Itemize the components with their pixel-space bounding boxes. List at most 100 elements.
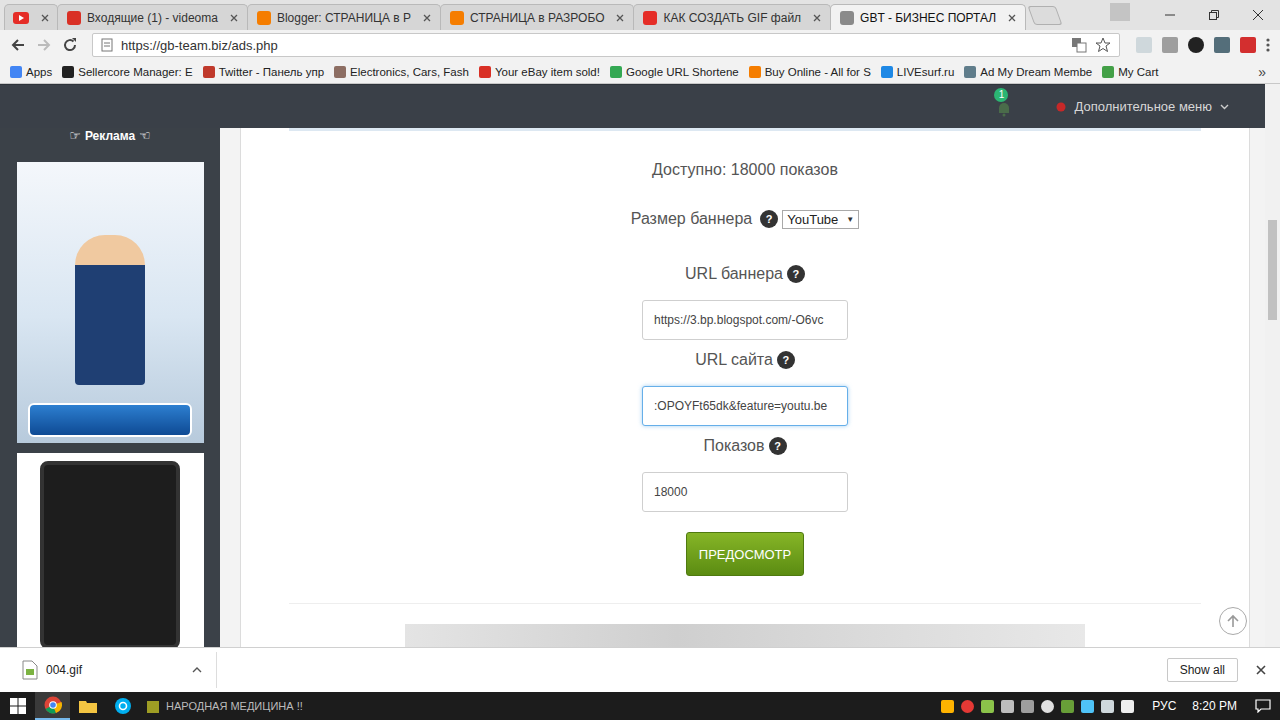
bookmark[interactable]: LIVEsurf.ru	[877, 66, 959, 78]
browser-tab[interactable]: GBT - БИЗНЕС ПОРТАЛ	[830, 4, 1026, 30]
help-icon[interactable]: ?	[777, 351, 795, 369]
bookmark[interactable]: Twitter - Панель упр	[199, 66, 328, 78]
back-arrow-icon[interactable]	[10, 37, 26, 53]
app-label: НАРОДНАЯ МЕДИЦИНА !!	[166, 700, 303, 712]
more-bookmarks-button[interactable]: »	[1250, 64, 1274, 80]
clock[interactable]: 8:20 PM	[1192, 699, 1237, 713]
scrollbar[interactable]	[1265, 84, 1280, 647]
extension-icon[interactable]	[1136, 37, 1152, 53]
bookmark-label: Google URL Shortene	[626, 66, 739, 78]
ad-banner[interactable]	[17, 453, 204, 647]
bookmark-label: LIVEsurf.ru	[897, 66, 955, 78]
close-window-button[interactable]	[1236, 0, 1280, 30]
system-tray	[941, 700, 1134, 713]
main-content: Доступно: 18000 показовРазмер баннера?Yo…	[220, 128, 1265, 647]
start-button[interactable]	[0, 692, 35, 720]
extension-icon[interactable]	[1188, 37, 1204, 53]
chrome-taskbar-button[interactable]	[35, 692, 70, 720]
profile-icon[interactable]	[1110, 3, 1130, 21]
show-all-button[interactable]: Show all	[1167, 658, 1238, 682]
bookmark[interactable]: Ad My Dream Membe	[960, 66, 1096, 78]
bookmark[interactable]: Apps	[6, 66, 56, 78]
close-tab-icon[interactable]	[41, 14, 49, 22]
explorer-taskbar-button[interactable]	[70, 692, 105, 720]
extension-icon[interactable]	[1240, 37, 1256, 53]
bookmark-label: Twitter - Панель упр	[219, 66, 324, 78]
ad-banner[interactable]	[17, 162, 204, 443]
language-indicator[interactable]: РУС	[1152, 699, 1176, 713]
cast-icon[interactable]	[1162, 37, 1178, 53]
skype-icon	[114, 697, 132, 715]
tab-label: Входящие (1) - videoma	[87, 11, 218, 25]
bookmark[interactable]: Google URL Shortene	[606, 66, 743, 78]
preview-button[interactable]: ПРЕДОСМОТР	[686, 532, 804, 576]
forward-arrow-icon[interactable]	[36, 37, 52, 53]
scroll-top-button[interactable]	[1219, 607, 1247, 635]
toolbar: https://gb-team.biz/ads.php	[0, 30, 1280, 60]
app-taskbar-button[interactable]: НАРОДНАЯ МЕДИЦИНА !!	[140, 692, 309, 720]
restore-button[interactable]	[1192, 0, 1236, 30]
reload-icon[interactable]	[62, 37, 78, 53]
text-input[interactable]: https://3.bp.blogspot.com/-O6vc	[642, 300, 848, 340]
minimize-icon	[1165, 10, 1175, 20]
browser-tab[interactable]: КАК СОЗДАТЬ GIF файл	[633, 4, 831, 30]
ad-form: Доступно: 18000 показовРазмер баннера?Yo…	[289, 131, 1201, 647]
scrollbar-thumb[interactable]	[1268, 220, 1277, 320]
volume-icon[interactable]	[1121, 700, 1134, 713]
help-icon[interactable]: ?	[787, 265, 805, 283]
skype-taskbar-button[interactable]	[105, 692, 140, 720]
favicon-icon	[450, 11, 464, 25]
tab-label: СТРАНИЦА в РАЗРОБО	[470, 11, 604, 25]
bookmark-label: Ad My Dream Membe	[980, 66, 1092, 78]
tab-strip: Входящие (1) - videoma Blogger: СТРАНИЦА …	[0, 0, 1280, 30]
bookmark[interactable]: Electronics, Cars, Fash	[330, 66, 473, 78]
tray-app-icon[interactable]	[961, 700, 974, 713]
tray-app-icon[interactable]	[1081, 700, 1094, 713]
minimize-button[interactable]	[1148, 0, 1192, 30]
tray-app-icon[interactable]	[1001, 700, 1014, 713]
additional-menu[interactable]: Дополнительное меню	[1056, 99, 1229, 114]
bookmark-label: Apps	[26, 66, 52, 78]
tray-app-icon[interactable]	[941, 700, 954, 713]
text-input[interactable]: :OPOYFt65dk&feature=youtu.be	[642, 386, 848, 426]
bookmark[interactable]: Your eBay item sold!	[475, 66, 604, 78]
downloads-bar: 004.gif Show all	[0, 647, 1280, 692]
banner-size-select[interactable]: YouTube▼	[782, 210, 859, 229]
notifications[interactable]: 1	[994, 97, 1014, 117]
cloud-icon[interactable]	[1041, 700, 1054, 713]
banner-size-row: Размер баннера?YouTube▼	[631, 207, 860, 231]
text-input[interactable]: 18000	[642, 472, 848, 512]
star-icon[interactable]	[1095, 37, 1111, 53]
chevron-up-icon[interactable]	[192, 667, 202, 673]
bookmark[interactable]: Sellercore Manager: E	[58, 66, 196, 78]
bookmark[interactable]: My Cart	[1098, 66, 1162, 78]
help-icon[interactable]: ?	[769, 437, 787, 455]
form-field: URL баннера?https://3.bp.blogspot.com/-O…	[642, 263, 848, 340]
browser-tab[interactable]: СТРАНИЦА в РАЗРОБО	[440, 4, 634, 30]
address-bar[interactable]: https://gb-team.biz/ads.php	[92, 33, 1120, 57]
tray-app-icon[interactable]	[1021, 700, 1034, 713]
extension-icon[interactable]	[1214, 37, 1230, 53]
chrome-icon	[44, 696, 62, 714]
close-icon[interactable]	[1256, 665, 1266, 675]
close-tab-icon[interactable]	[423, 14, 431, 22]
download-item[interactable]: 004.gif	[22, 660, 202, 680]
browser-tab[interactable]: Blogger: СТРАНИЦА в Р	[247, 4, 441, 30]
close-tab-icon[interactable]	[813, 14, 821, 22]
new-tab-button[interactable]	[1028, 6, 1063, 25]
translate-icon[interactable]	[1071, 37, 1087, 53]
tray-app-icon[interactable]	[981, 700, 994, 713]
youtube-tab[interactable]	[4, 4, 58, 30]
bookmark[interactable]: Buy Online - All for S	[745, 66, 875, 78]
menu-icon[interactable]	[1266, 37, 1270, 53]
help-icon[interactable]: ?	[760, 210, 778, 228]
close-tab-icon[interactable]	[616, 14, 624, 22]
network-icon[interactable]	[1101, 700, 1114, 713]
action-center-button[interactable]	[1245, 692, 1280, 720]
bookmark-label: My Cart	[1118, 66, 1158, 78]
close-tab-icon[interactable]	[1008, 14, 1016, 22]
tab-label: Blogger: СТРАНИЦА в Р	[277, 11, 411, 25]
close-tab-icon[interactable]	[230, 14, 238, 22]
tray-app-icon[interactable]	[1061, 700, 1074, 713]
browser-tab[interactable]: Входящие (1) - videoma	[57, 4, 248, 30]
